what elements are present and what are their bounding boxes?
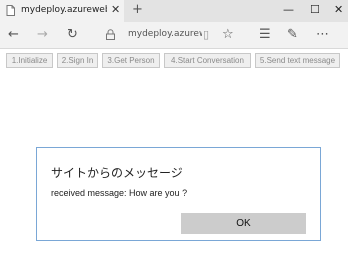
browser-tab[interactable]: mydeploy.azurewebsites ✕ bbox=[0, 0, 124, 22]
refresh-icon[interactable]: ↻ bbox=[67, 28, 78, 42]
more-icon[interactable]: ⋯ bbox=[316, 28, 329, 42]
minimize-icon[interactable]: — bbox=[283, 4, 294, 16]
tab-title: mydeploy.azurewebsites bbox=[21, 5, 107, 15]
sign-in-button[interactable]: 2.Sign In bbox=[57, 53, 98, 68]
get-person-button[interactable]: 3.Get Person bbox=[102, 53, 160, 68]
favorite-star-icon[interactable]: ☆ bbox=[222, 28, 234, 42]
hub-icon[interactable]: ☰ bbox=[259, 28, 271, 42]
tab-close-icon[interactable]: ✕ bbox=[111, 4, 120, 16]
maximize-icon[interactable]: ☐ bbox=[310, 4, 320, 16]
page-button-row: 1.Initialize 2.Sign In 3.Get Person 4.St… bbox=[0, 53, 348, 69]
dialog-title: サイトからのメッセージ bbox=[51, 166, 183, 180]
back-icon[interactable]: ← bbox=[8, 28, 19, 42]
browser-window: mydeploy.azurewebsites ✕ + — ☐ ✕ ← → ↻ m… bbox=[0, 0, 348, 269]
address-bar: ← → ↻ mydeploy.azurew ▯ ☆ ☰ ✎ ⋯ bbox=[0, 22, 348, 48]
new-tab-icon[interactable]: + bbox=[132, 3, 143, 17]
page-icon bbox=[6, 5, 15, 16]
dialog-message: received message: How are you ? bbox=[51, 188, 188, 198]
alert-dialog: サイトからのメッセージ received message: How are yo… bbox=[36, 147, 321, 241]
url-field[interactable]: mydeploy.azurew bbox=[128, 29, 202, 39]
ok-button[interactable]: OK bbox=[181, 213, 306, 234]
send-text-message-button[interactable]: 5.Send text message bbox=[255, 53, 340, 68]
reading-view-icon[interactable]: ▯ bbox=[203, 28, 209, 42]
web-note-icon[interactable]: ✎ bbox=[287, 28, 298, 42]
tab-strip: mydeploy.azurewebsites ✕ + — ☐ ✕ bbox=[0, 0, 348, 22]
start-conversation-button[interactable]: 4.Start Conversation bbox=[164, 53, 251, 68]
lock-icon bbox=[106, 29, 115, 40]
toolbar-divider bbox=[0, 48, 348, 49]
forward-icon[interactable]: → bbox=[37, 28, 48, 42]
initialize-button[interactable]: 1.Initialize bbox=[6, 53, 53, 68]
window-close-icon[interactable]: ✕ bbox=[334, 4, 343, 16]
